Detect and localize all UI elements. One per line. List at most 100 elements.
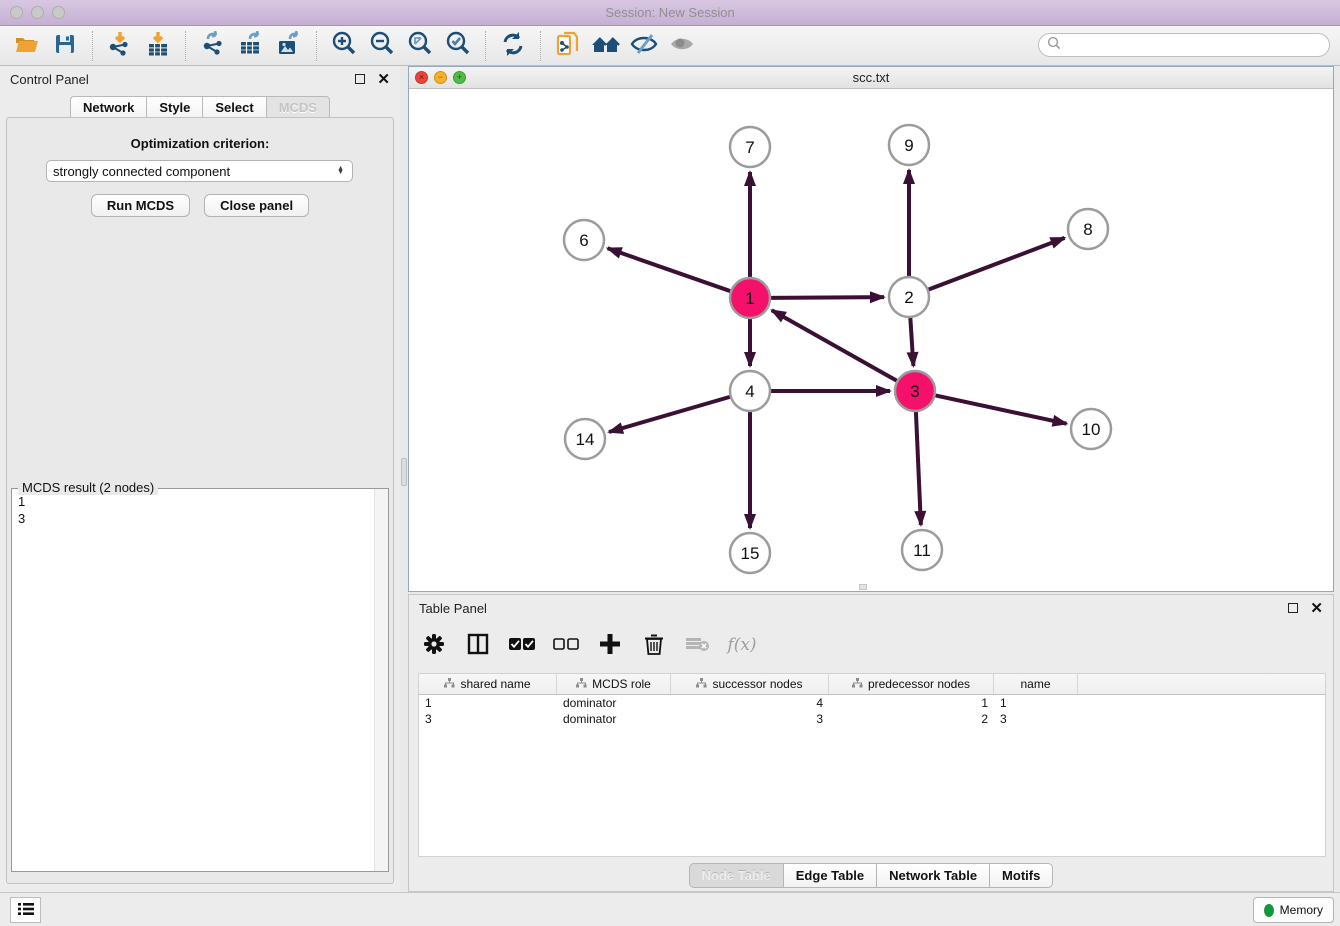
splitter-handle[interactable]	[401, 458, 407, 486]
search-input[interactable]	[1065, 36, 1329, 54]
node-14[interactable]: 14	[565, 419, 605, 459]
node-15[interactable]: 15	[730, 533, 770, 573]
table-cell[interactable]: 3	[419, 711, 557, 727]
toolbar-separator	[92, 31, 93, 61]
first-neighbors-button[interactable]	[587, 30, 625, 62]
edge-2-8[interactable]	[929, 238, 1065, 290]
export-image-button[interactable]	[270, 30, 308, 62]
table-cell[interactable]: 1	[829, 695, 994, 711]
save-session-button[interactable]	[46, 30, 84, 62]
node-label: 11	[913, 541, 931, 560]
control-panel: Control Panel ✕ NetworkStyleSelectMCDS O…	[0, 66, 400, 892]
table-tab-motifs[interactable]: Motifs	[989, 863, 1053, 888]
table-settings-button[interactable]	[417, 628, 451, 662]
open-session-button[interactable]	[8, 30, 46, 62]
select-all-rows-button[interactable]	[505, 628, 539, 662]
zoom-in-button[interactable]	[325, 30, 363, 62]
column-header-MCDS-role[interactable]: MCDS role	[557, 674, 671, 694]
deselect-all-rows-button[interactable]	[549, 628, 583, 662]
zoom-fit-button[interactable]	[401, 30, 439, 62]
apply-layout-button[interactable]	[494, 30, 532, 62]
close-panel-icon[interactable]: ✕	[1310, 601, 1323, 616]
canvas-resize-handle[interactable]	[859, 584, 867, 590]
node-6[interactable]: 6	[564, 220, 604, 260]
table-body: 1dominator4113dominator323	[419, 695, 1325, 727]
edge-3-11[interactable]	[916, 412, 921, 525]
edge-2-3[interactable]	[910, 318, 913, 366]
node-4[interactable]: 4	[730, 371, 770, 411]
control-tab-style[interactable]: Style	[146, 96, 202, 119]
control-tab-select[interactable]: Select	[202, 96, 265, 119]
toolbar-separator	[185, 31, 186, 61]
table-cell[interactable]: dominator	[557, 695, 671, 711]
node-8[interactable]: 8	[1068, 209, 1108, 249]
table-cell[interactable]: 4	[671, 695, 829, 711]
memory-button[interactable]: Memory	[1253, 897, 1334, 923]
table-tab-node-table[interactable]: Node Table	[689, 863, 783, 888]
column-header-name[interactable]: name	[994, 674, 1078, 694]
column-header-shared-name[interactable]: shared name	[419, 674, 557, 694]
column-header-predecessor-nodes[interactable]: predecessor nodes	[829, 674, 994, 694]
table-tab-edge-table[interactable]: Edge Table	[783, 863, 876, 888]
split-columns-button[interactable]	[461, 628, 495, 662]
optimization-criterion-dropdown[interactable]: strongly connected component ▲▼	[46, 160, 353, 182]
export-table-button[interactable]	[232, 30, 270, 62]
app-title: Session: New Session	[0, 5, 1340, 20]
zoom-selected-button[interactable]	[439, 30, 477, 62]
panel-splitter[interactable]	[400, 66, 408, 892]
table-cell[interactable]: 3	[994, 711, 1078, 727]
node-11[interactable]: 11	[902, 530, 942, 570]
float-panel-icon[interactable]	[1288, 603, 1298, 613]
node-7[interactable]: 7	[730, 127, 770, 167]
node-10[interactable]: 10	[1071, 409, 1111, 449]
edge-1-2[interactable]	[771, 297, 884, 298]
zoom-out-button[interactable]	[363, 30, 401, 62]
float-panel-icon[interactable]	[355, 74, 365, 84]
import-table-button[interactable]	[139, 30, 177, 62]
hide-selected-button[interactable]	[625, 30, 663, 62]
edge-4-14[interactable]	[609, 397, 730, 432]
import-network-button[interactable]	[101, 30, 139, 62]
edge-3-1[interactable]	[772, 310, 897, 380]
table-cell[interactable]: 3	[671, 711, 829, 727]
edge-3-10[interactable]	[936, 395, 1067, 423]
export-network-button[interactable]	[194, 30, 232, 62]
show-panel-list-button[interactable]	[10, 897, 41, 923]
mcds-result-scrollbar[interactable]	[374, 489, 388, 871]
delete-columns-button[interactable]	[637, 628, 671, 662]
table-panel-header: Table Panel ✕	[409, 595, 1333, 621]
node-1[interactable]: 1	[730, 278, 770, 318]
control-panel-header: Control Panel ✕	[0, 66, 400, 92]
node-3[interactable]: 3	[895, 371, 935, 411]
table-cell[interactable]: 1	[994, 695, 1078, 711]
clone-network-button[interactable]	[549, 30, 587, 62]
table-tabs: Node TableEdge TableNetwork TableMotifs	[409, 863, 1333, 888]
table-row[interactable]: 3dominator323	[419, 711, 1325, 727]
node-9[interactable]: 9	[889, 125, 929, 165]
add-column-button[interactable]	[593, 628, 627, 662]
table-cell[interactable]: 2	[829, 711, 994, 727]
network-window-titlebar[interactable]: × − + scc.txt	[409, 67, 1333, 89]
table-cell[interactable]: 1	[419, 695, 557, 711]
close-panel-button[interactable]: Close panel	[204, 194, 309, 217]
column-header-successor-nodes[interactable]: successor nodes	[671, 674, 829, 694]
hierarchy-icon	[696, 677, 707, 691]
table-cell[interactable]: dominator	[557, 711, 671, 727]
control-tab-mcds[interactable]: MCDS	[266, 96, 330, 119]
show-all-button[interactable]	[663, 30, 701, 62]
control-tab-network[interactable]: Network	[70, 96, 146, 119]
open-folder-icon	[14, 32, 40, 59]
table-tab-network-table[interactable]: Network Table	[876, 863, 989, 888]
close-panel-icon[interactable]: ✕	[377, 72, 390, 87]
node-2[interactable]: 2	[889, 277, 929, 317]
network-canvas[interactable]: 7 9 6 8 1 2 4 3 14 10 15 11	[409, 89, 1333, 591]
table-row[interactable]: 1dominator411	[419, 695, 1325, 711]
memory-status-icon	[1264, 904, 1274, 917]
column-header-label: predecessor nodes	[868, 677, 970, 691]
search-box	[1038, 33, 1330, 57]
zoom-out-icon	[369, 31, 395, 60]
export-table-icon	[238, 31, 264, 60]
run-mcds-button[interactable]: Run MCDS	[91, 194, 190, 217]
gear-icon	[423, 633, 445, 658]
edge-1-6[interactable]	[608, 248, 731, 291]
